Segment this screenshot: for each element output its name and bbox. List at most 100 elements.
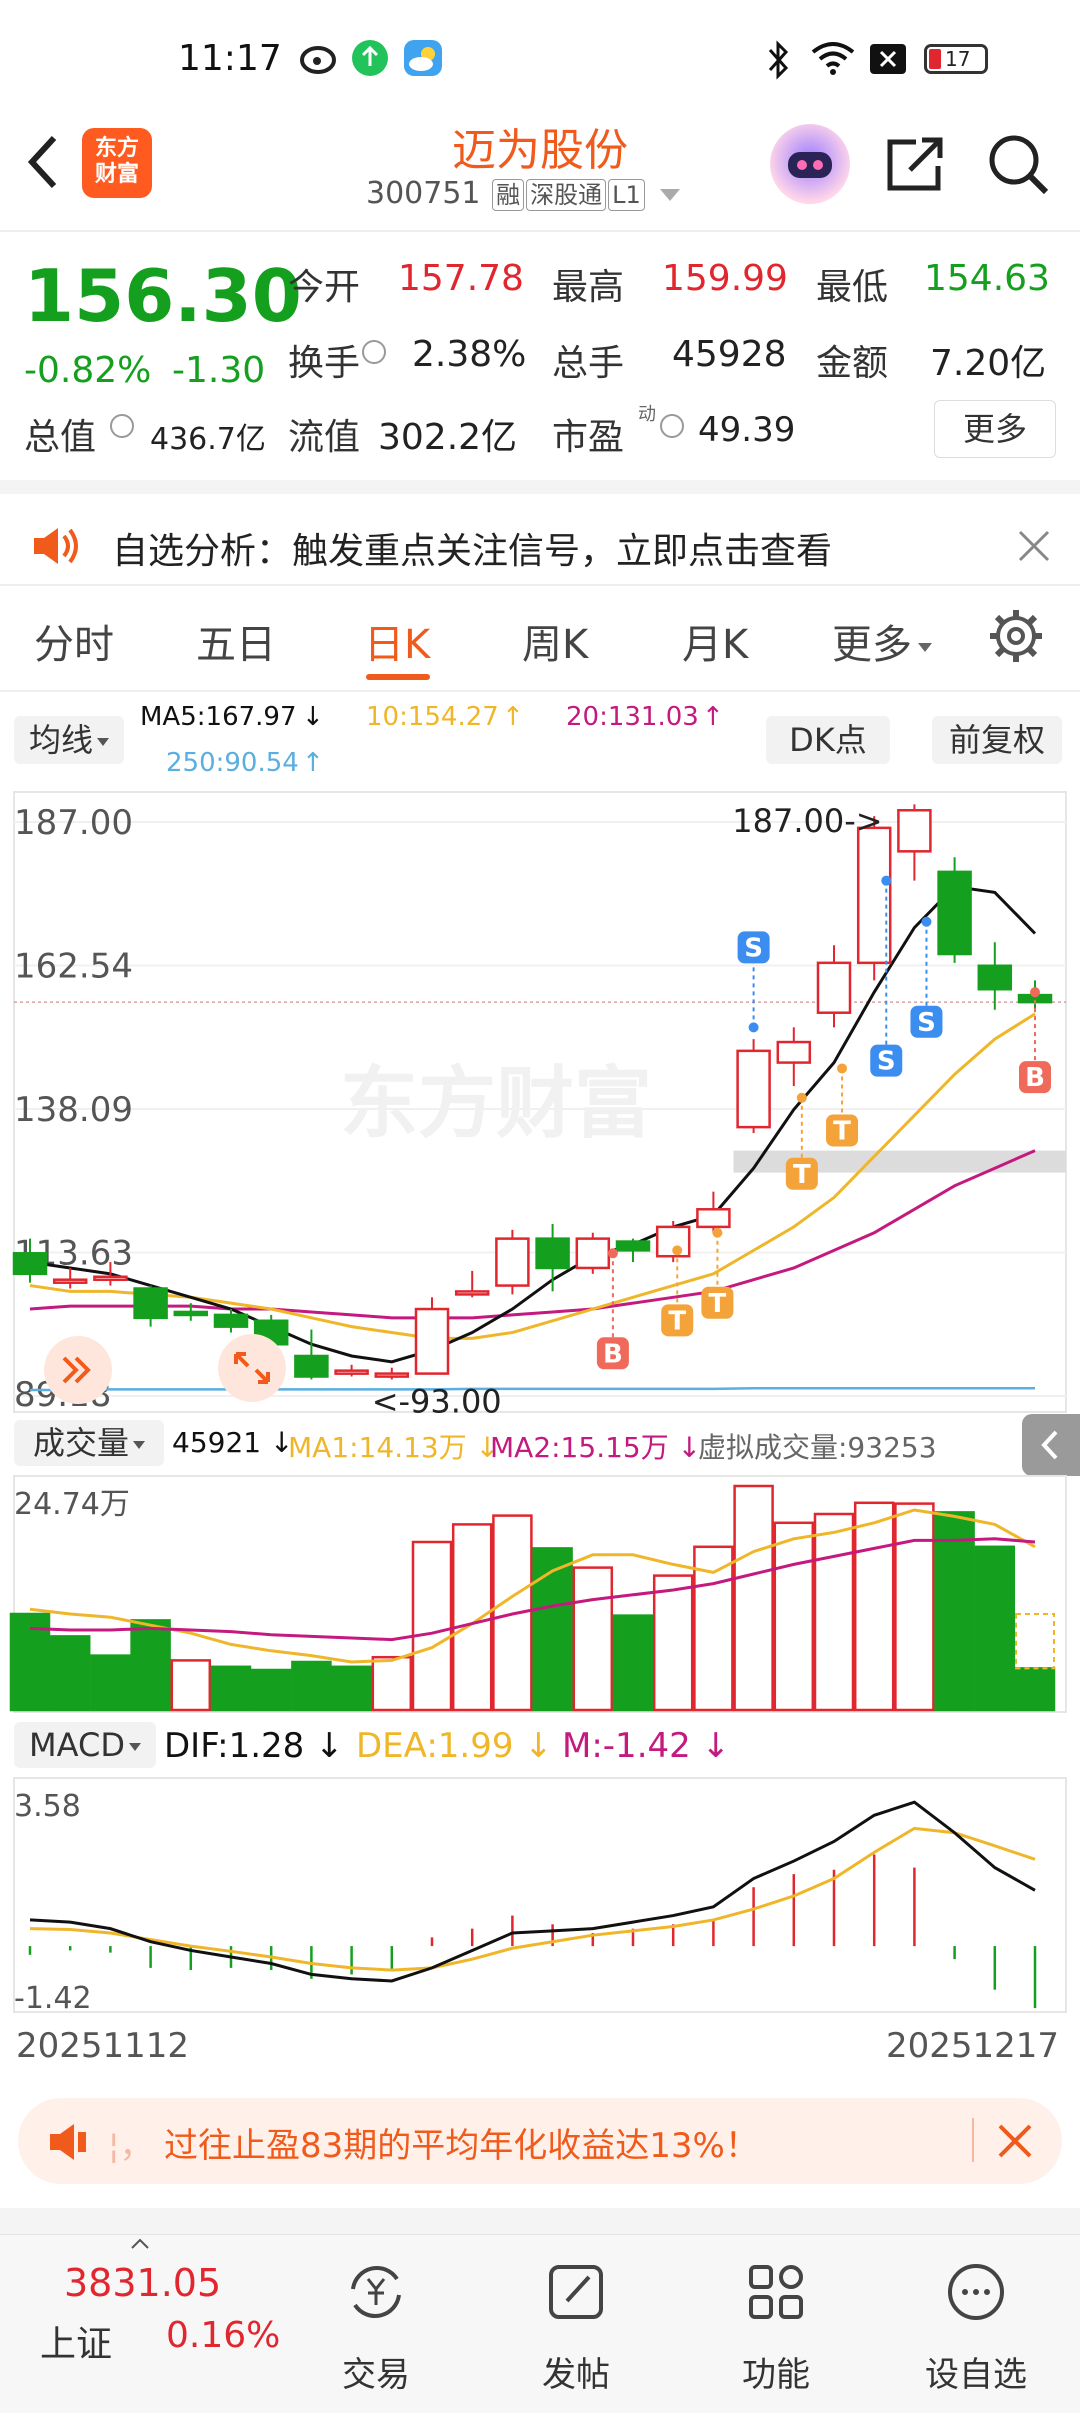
- y-tick-label: 162.54: [14, 947, 133, 987]
- volume-ma1: MA1:14.13万 ↓: [288, 1431, 500, 1464]
- dropdown-arrow-icon: [128, 1743, 141, 1751]
- turnover-label: 换手: [288, 343, 361, 384]
- nav-trade[interactable]: 交易: [296, 2347, 456, 2396]
- volume-bar: [572, 1566, 614, 1712]
- macd-dif-value: DIF:1.28: [164, 1726, 305, 1766]
- volume-bar: [130, 1619, 171, 1712]
- assistant-robot-icon[interactable]: [770, 124, 850, 204]
- candle: [856, 826, 892, 965]
- volume-chart[interactable]: 24.74万: [0, 1474, 1080, 1714]
- tag-connect: 深股通: [526, 179, 607, 211]
- ma20-label: 20:131.03: [566, 702, 699, 732]
- tab-monthly-k[interactable]: 月K: [682, 612, 748, 670]
- logo-text-1: 东方: [94, 136, 139, 161]
- macd-y-tick-bottom: -1.42: [14, 1981, 92, 2014]
- settings-gear-icon[interactable]: [988, 608, 1044, 668]
- adjust-price-button[interactable]: 前复权: [932, 716, 1062, 764]
- divider: [0, 230, 1080, 232]
- tab-five-day[interactable]: 五日: [196, 612, 276, 670]
- volume-ma2-value: MA2:15.15万: [490, 1431, 669, 1464]
- candle: [133, 1287, 168, 1320]
- pe-value: 49.39: [698, 410, 796, 450]
- volume-bar: [974, 1545, 1016, 1712]
- volume-label: 总手: [552, 343, 625, 384]
- volume-bar: [813, 1512, 855, 1712]
- float-value: 302.2亿: [378, 417, 518, 458]
- expand-panel-icon[interactable]: [44, 1336, 112, 1404]
- stock-name[interactable]: 迈为股份: [340, 114, 740, 178]
- volume-bar: [210, 1665, 252, 1712]
- share-icon[interactable]: [880, 130, 950, 200]
- index-name[interactable]: 上证: [40, 2315, 112, 2367]
- trade-icon[interactable]: [296, 2257, 456, 2331]
- candle: [213, 1313, 249, 1328]
- candle: [414, 1307, 450, 1375]
- fullscreen-icon[interactable]: [218, 1334, 286, 1402]
- promo-bar[interactable]: ¦， 过往止盈83期的平均年化收益达13%！: [18, 2098, 1062, 2184]
- dk-point-label: DK点: [789, 721, 867, 759]
- candle: [696, 1208, 731, 1229]
- caret-up-icon: [130, 2235, 150, 2254]
- nav-post[interactable]: 发帖: [496, 2347, 656, 2396]
- change-amount: -1.30: [172, 350, 266, 391]
- tab-daily-k[interactable]: 日K: [364, 612, 430, 670]
- status-time: 11:17: [178, 38, 282, 79]
- volume-bar: [934, 1511, 975, 1712]
- spacer: [0, 2208, 1080, 2234]
- macd-y-tick-top: 3.58: [14, 1789, 81, 1824]
- macd-selector[interactable]: MACD: [14, 1722, 156, 1768]
- search-icon[interactable]: [984, 130, 1054, 200]
- y-tick-label: 138.09: [14, 1090, 133, 1130]
- watermark-text: 东方财富: [340, 1059, 652, 1149]
- tab-intraday[interactable]: 分时: [34, 612, 114, 670]
- info-icon[interactable]: [110, 414, 134, 438]
- nav-functions[interactable]: 功能: [696, 2347, 856, 2396]
- volume-bar: [331, 1665, 372, 1712]
- close-icon[interactable]: [1016, 528, 1052, 568]
- macd-frame: [13, 1777, 1067, 2013]
- divider: [0, 584, 1080, 586]
- candle: [12, 1252, 48, 1276]
- macd-dea: DEA:1.99 ↓: [356, 1726, 553, 1766]
- candle: [937, 870, 972, 956]
- analysis-banner[interactable]: 自选分析：触发重点关注信号，立即点击查看: [0, 480, 1080, 598]
- virtual-volume: 虚拟成交量:93253: [698, 1431, 937, 1464]
- stock-code: 300751: [366, 176, 481, 211]
- tab-more[interactable]: 更多: [832, 612, 932, 670]
- volume-selector[interactable]: 成交量: [14, 1420, 164, 1466]
- index-change[interactable]: 0.16%: [166, 2315, 280, 2356]
- ma250-label: 250:90.54: [166, 748, 299, 778]
- post-icon[interactable]: [496, 2257, 656, 2331]
- kline-chart[interactable]: 187.00162.54138.09113.6389.18 东方财富 SSSBB…: [0, 780, 1080, 1420]
- ma-selector[interactable]: 均线: [14, 716, 124, 764]
- info-icon[interactable]: [362, 340, 386, 364]
- close-icon[interactable]: [996, 2122, 1034, 2164]
- current-price: 156.30: [24, 254, 302, 338]
- more-quote-button[interactable]: 更多: [934, 400, 1056, 458]
- stock-code-row[interactable]: 300751 融深股通 L1: [366, 176, 681, 211]
- volume-ma2: MA2:15.15万 ↓: [490, 1431, 702, 1464]
- add-watchlist-icon[interactable]: [896, 2257, 1056, 2331]
- signal-letter: B: [1025, 1063, 1045, 1093]
- tab-weekly-k[interactable]: 周K: [522, 612, 588, 670]
- ma250-arrow: ↑: [302, 748, 324, 778]
- dropdown-arrow-icon: [660, 188, 681, 201]
- macd-chart[interactable]: 3.58 -1.42: [0, 1776, 1080, 2014]
- app-logo[interactable]: 东方 财富: [82, 128, 152, 198]
- low-label: 最低: [816, 267, 889, 308]
- nav-add-watchlist[interactable]: 设自选: [896, 2347, 1056, 2396]
- dk-point-button[interactable]: DK点: [766, 716, 890, 764]
- index-value[interactable]: 3831.05: [64, 2261, 221, 2305]
- macd-dea-value: DEA:1.99: [356, 1726, 514, 1766]
- back-button[interactable]: [22, 130, 62, 205]
- functions-icon[interactable]: [696, 2257, 856, 2331]
- open-value: 157.78: [398, 258, 524, 299]
- open-label: 今开: [288, 267, 361, 308]
- candle: [816, 961, 852, 1014]
- signal-letter: S: [744, 933, 763, 963]
- info-icon[interactable]: [660, 414, 684, 438]
- macd-selector-label: MACD: [29, 1726, 125, 1764]
- collapse-side-button[interactable]: [1022, 1414, 1080, 1476]
- battery-icon: 17: [924, 44, 988, 74]
- banner-text: 自选分析：触发重点关注信号，立即点击查看: [112, 531, 833, 572]
